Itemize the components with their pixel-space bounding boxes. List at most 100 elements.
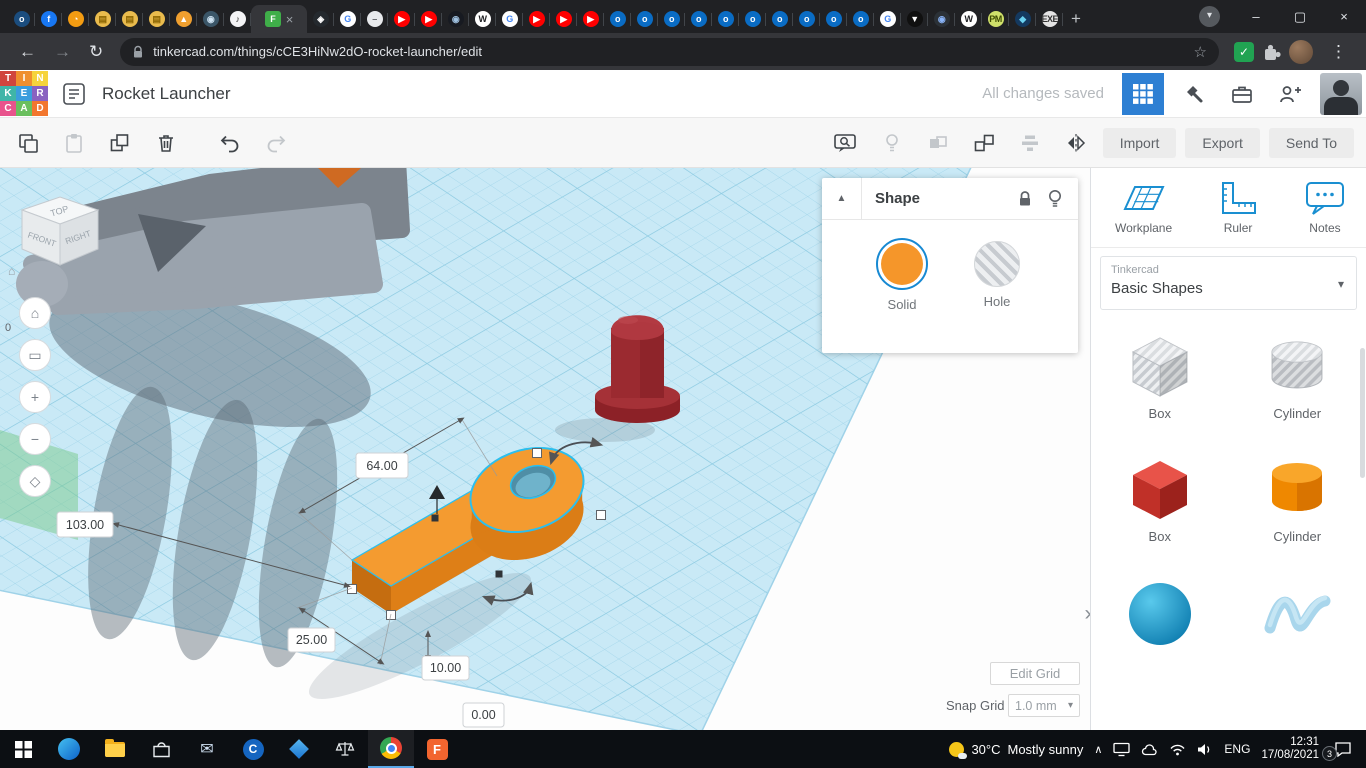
tab[interactable]: o (847, 5, 874, 33)
paste-icon[interactable] (56, 125, 92, 161)
annotate-icon[interactable] (828, 125, 864, 161)
send-to-button[interactable]: Send To (1268, 127, 1354, 158)
tab[interactable]: o (712, 5, 739, 33)
tab[interactable]: ▶ (415, 5, 442, 33)
duplicate-icon[interactable] (102, 125, 138, 161)
tab[interactable]: o (658, 5, 685, 33)
shape-scribble[interactable] (1262, 576, 1332, 652)
reload-icon[interactable]: ↻ (89, 43, 103, 60)
shape-box-solid[interactable]: Box (1125, 453, 1195, 544)
hole-option[interactable]: Hole (969, 238, 1025, 309)
tab[interactable]: PM (982, 5, 1009, 33)
tab-close-icon[interactable]: × (286, 13, 294, 26)
tab[interactable]: o (604, 5, 631, 33)
hole-swatch[interactable] (974, 241, 1020, 287)
tab[interactable]: ▶ (523, 5, 550, 33)
c-app-icon[interactable]: C (230, 730, 276, 768)
maximize-button[interactable]: ▢ (1278, 0, 1322, 33)
tab[interactable]: ◈ (307, 5, 334, 33)
design-title[interactable]: Rocket Launcher (102, 84, 231, 104)
hidden-icons-chevron[interactable]: ∧ (1094, 743, 1102, 756)
tab[interactable]: W (469, 5, 496, 33)
new-tab-button[interactable]: + (1071, 10, 1081, 27)
collapse-panel-icon[interactable]: ▲ (822, 177, 862, 220)
fit-view-button[interactable]: ▭ (19, 339, 51, 371)
tinkercad-app-icon[interactable]: F (414, 730, 460, 768)
briefcase-icon[interactable] (1224, 76, 1260, 112)
sidebar-scrollbar[interactable] (1360, 348, 1365, 478)
zoom-out-button[interactable]: − (19, 423, 51, 455)
tab[interactable]: o (8, 5, 35, 33)
invite-person-icon[interactable] (1272, 76, 1308, 112)
perspective-button[interactable]: ◇ (19, 465, 51, 497)
edge-handle[interactable] (431, 514, 439, 522)
file-explorer-icon[interactable] (92, 730, 138, 768)
notes-tool[interactable]: Notes (1304, 180, 1346, 235)
scale-handle[interactable] (596, 510, 606, 520)
start-button[interactable] (0, 730, 46, 768)
tab[interactable]: ▼ (901, 5, 928, 33)
dimension-label[interactable]: 25.00 (287, 627, 336, 653)
cloud-icon[interactable] (1141, 743, 1158, 756)
speaker-icon[interactable] (1197, 743, 1213, 756)
tab[interactable]: ▶ (577, 5, 604, 33)
copy-icon[interactable] (10, 125, 46, 161)
tab[interactable]: ▶ (550, 5, 577, 33)
close-button[interactable]: × (1322, 0, 1366, 33)
align-icon[interactable] (1012, 125, 1048, 161)
mail-icon[interactable]: ✉ (184, 730, 230, 768)
back-icon[interactable]: ← (19, 43, 36, 60)
edge-handle[interactable] (495, 570, 503, 578)
tab[interactable]: o (766, 5, 793, 33)
diamond-app-icon[interactable] (276, 730, 322, 768)
tab[interactable]: ▲ (170, 5, 197, 33)
dimension-label[interactable]: 0.00 (462, 702, 505, 728)
url-text[interactable]: tinkercad.com/things/cCE3HiNw2dO-rocket-… (153, 44, 1193, 59)
tab[interactable]: o (739, 5, 766, 33)
display-icon[interactable] (1113, 742, 1131, 757)
language-indicator[interactable]: ENG (1224, 742, 1250, 756)
shape-box-hole[interactable]: Box (1125, 330, 1195, 421)
snap-grid-select[interactable]: 1.0 mm ▾ (1008, 694, 1080, 717)
bookmark-star-icon[interactable]: ☆ (1194, 43, 1207, 61)
mirror-icon[interactable] (1058, 125, 1094, 161)
tab-active[interactable]: F × (251, 5, 307, 33)
solid-option[interactable]: Solid (874, 238, 930, 312)
tab[interactable]: ▤ (89, 5, 116, 33)
undo-icon[interactable] (212, 125, 248, 161)
tab[interactable]: – (361, 5, 388, 33)
edge-icon[interactable] (46, 730, 92, 768)
tab[interactable]: o (793, 5, 820, 33)
lock-icon[interactable] (1018, 190, 1032, 207)
tab[interactable]: EXE (1036, 5, 1063, 33)
design-menu-icon[interactable] (56, 76, 92, 112)
tinker-hammer-icon[interactable] (1176, 76, 1212, 112)
action-center-icon[interactable]: 3 (1322, 737, 1356, 761)
lightbulb-icon[interactable] (874, 125, 910, 161)
tab[interactable]: o (685, 5, 712, 33)
group-icon[interactable] (920, 125, 956, 161)
tab[interactable]: ◉ (197, 5, 224, 33)
wifi-icon[interactable] (1169, 743, 1186, 756)
zoom-in-button[interactable]: + (19, 381, 51, 413)
scale-handle[interactable] (532, 448, 542, 458)
tab[interactable]: ◉ (442, 5, 469, 33)
tab[interactable]: ◆ (1009, 5, 1036, 33)
address-bar[interactable]: tinkercad.com/things/cCE3HiNw2dO-rocket-… (120, 37, 1219, 66)
tab-search-icon[interactable]: ▾ (1199, 6, 1220, 27)
ungroup-icon[interactable] (966, 125, 1002, 161)
shape-cylinder-solid[interactable]: Cylinder (1262, 453, 1332, 544)
import-button[interactable]: Import (1102, 127, 1177, 158)
ruler-tool[interactable]: Ruler (1218, 180, 1258, 235)
scales-app-icon[interactable] (322, 730, 368, 768)
home-view-button[interactable]: ⌂ (19, 297, 51, 329)
extensions-puzzle-icon[interactable] (1261, 42, 1281, 62)
tab[interactable]: ▶ (388, 5, 415, 33)
tab[interactable]: G (334, 5, 361, 33)
clock[interactable]: 12:31 17/08/2021 (1261, 736, 1319, 762)
shape-sphere[interactable] (1125, 576, 1195, 652)
viewcube-home-icon[interactable]: ⌂ (8, 264, 15, 278)
tab[interactable]: ◉ (928, 5, 955, 33)
tab[interactable]: ▤ (143, 5, 170, 33)
chrome-taskbar-icon[interactable] (368, 730, 414, 768)
